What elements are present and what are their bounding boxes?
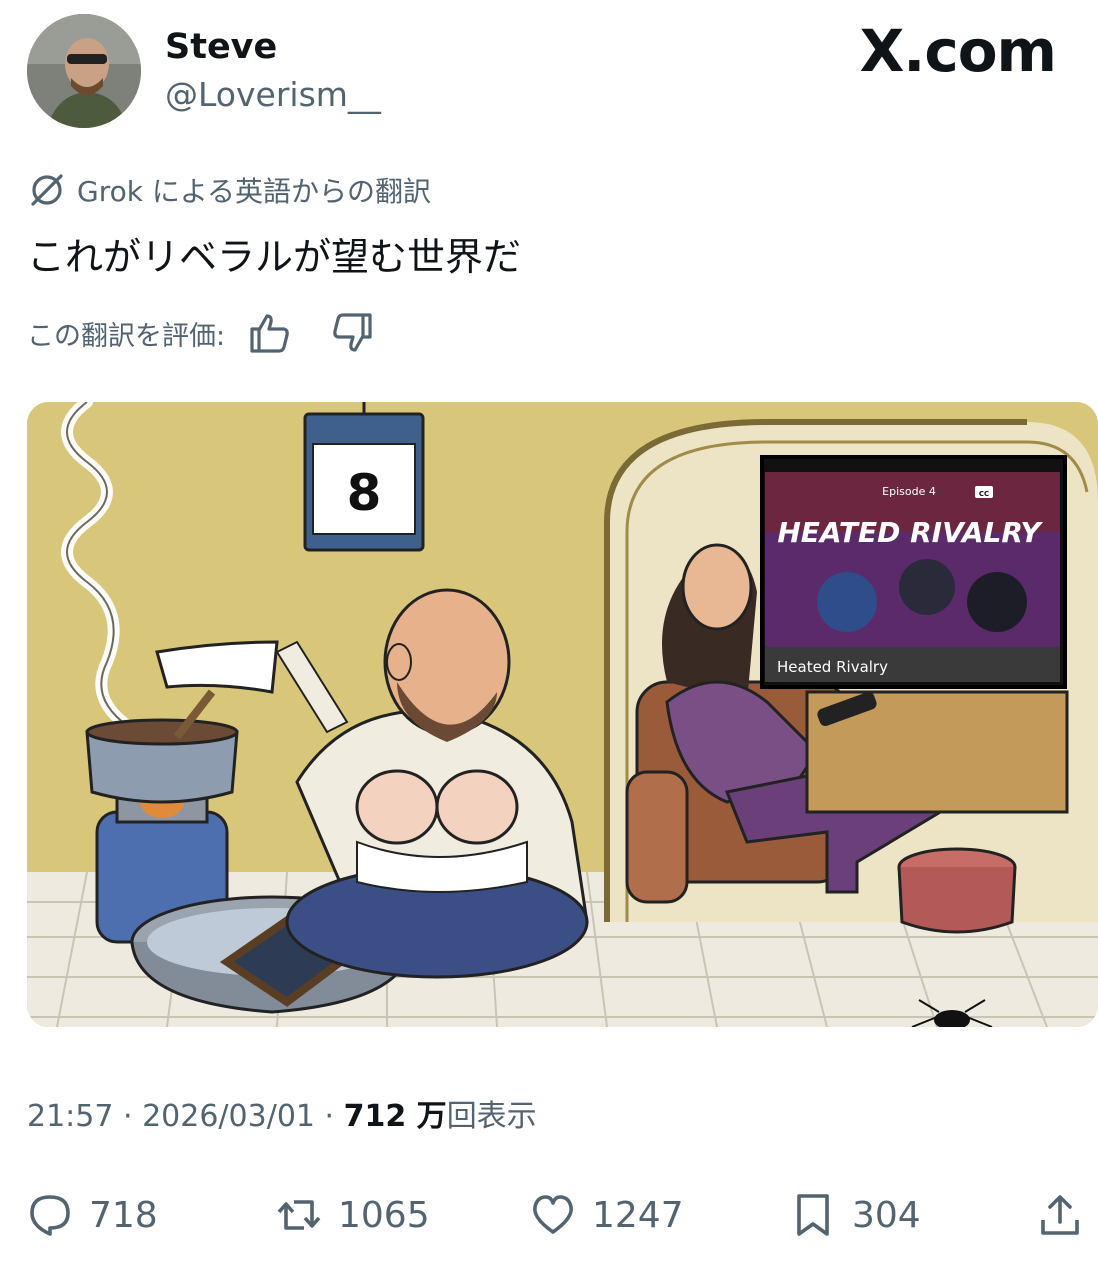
thumbs-up-icon bbox=[250, 314, 289, 353]
tv-caption: Heated Rivalry bbox=[777, 658, 888, 676]
repost-icon bbox=[277, 1200, 321, 1230]
bookmark-count: 304 bbox=[852, 1194, 921, 1236]
share-button[interactable] bbox=[1037, 1183, 1083, 1247]
avatar-photo bbox=[27, 14, 141, 128]
avatar[interactable] bbox=[27, 14, 141, 128]
rate-translation: この翻訳を評価: bbox=[27, 310, 375, 356]
views-label: 回表示 bbox=[446, 1099, 537, 1134]
thumbs-down-icon bbox=[333, 313, 372, 352]
bookmark-button[interactable]: 304 bbox=[790, 1183, 921, 1247]
reply-count: 718 bbox=[89, 1194, 158, 1236]
brand-logo: X.com bbox=[859, 17, 1057, 85]
tv-show-title: HEATED RIVALRY bbox=[777, 516, 1043, 549]
author-handle[interactable]: @Loverism__ bbox=[165, 75, 381, 115]
like-count: 1247 bbox=[592, 1194, 684, 1236]
share-icon bbox=[1041, 1195, 1079, 1235]
author-name[interactable]: Steve bbox=[165, 27, 277, 67]
repost-count: 1065 bbox=[338, 1194, 430, 1236]
tweet-text: これがリベラルが望む世界だ bbox=[27, 235, 522, 279]
meta-separator: · bbox=[315, 1099, 344, 1134]
tv-cc: CC bbox=[979, 490, 989, 498]
rate-label: この翻訳を評価: bbox=[27, 320, 226, 352]
brand-label: X.com bbox=[859, 17, 1057, 85]
translation-label: Grok による英語からの翻訳 bbox=[77, 175, 432, 208]
tweet-image[interactable]: 8 Episode 4 CC HEATED RIVALRY Heated Riv… bbox=[27, 402, 1098, 1027]
like-icon bbox=[533, 1195, 573, 1234]
grok-icon bbox=[31, 174, 63, 206]
views-count: 712 万 bbox=[343, 1099, 447, 1134]
reply-icon bbox=[30, 1195, 70, 1236]
calendar-number: 8 bbox=[347, 464, 382, 522]
thumbs-up-button[interactable] bbox=[247, 310, 293, 356]
translation-info: Grok による英語からの翻訳 bbox=[27, 170, 431, 210]
thumbs-down-button[interactable] bbox=[329, 310, 375, 356]
bookmark-icon bbox=[797, 1194, 829, 1236]
action-bar: 718 1065 1247 304 bbox=[0, 1183, 1098, 1247]
repost-button[interactable]: 1065 bbox=[276, 1183, 430, 1247]
reply-button[interactable]: 718 bbox=[27, 1183, 158, 1247]
like-button[interactable]: 1247 bbox=[530, 1183, 684, 1247]
tweet-meta: 21:57 · 2026/03/01 · 712 万回表示 bbox=[27, 1097, 537, 1137]
tweet-time[interactable]: 21:57 bbox=[27, 1099, 113, 1134]
illustration: 8 Episode 4 CC HEATED RIVALRY Heated Riv… bbox=[27, 402, 1098, 1027]
tweet-date[interactable]: 2026/03/01 bbox=[142, 1099, 315, 1134]
meta-separator: · bbox=[113, 1099, 143, 1134]
tv-episode: Episode 4 bbox=[882, 485, 936, 498]
